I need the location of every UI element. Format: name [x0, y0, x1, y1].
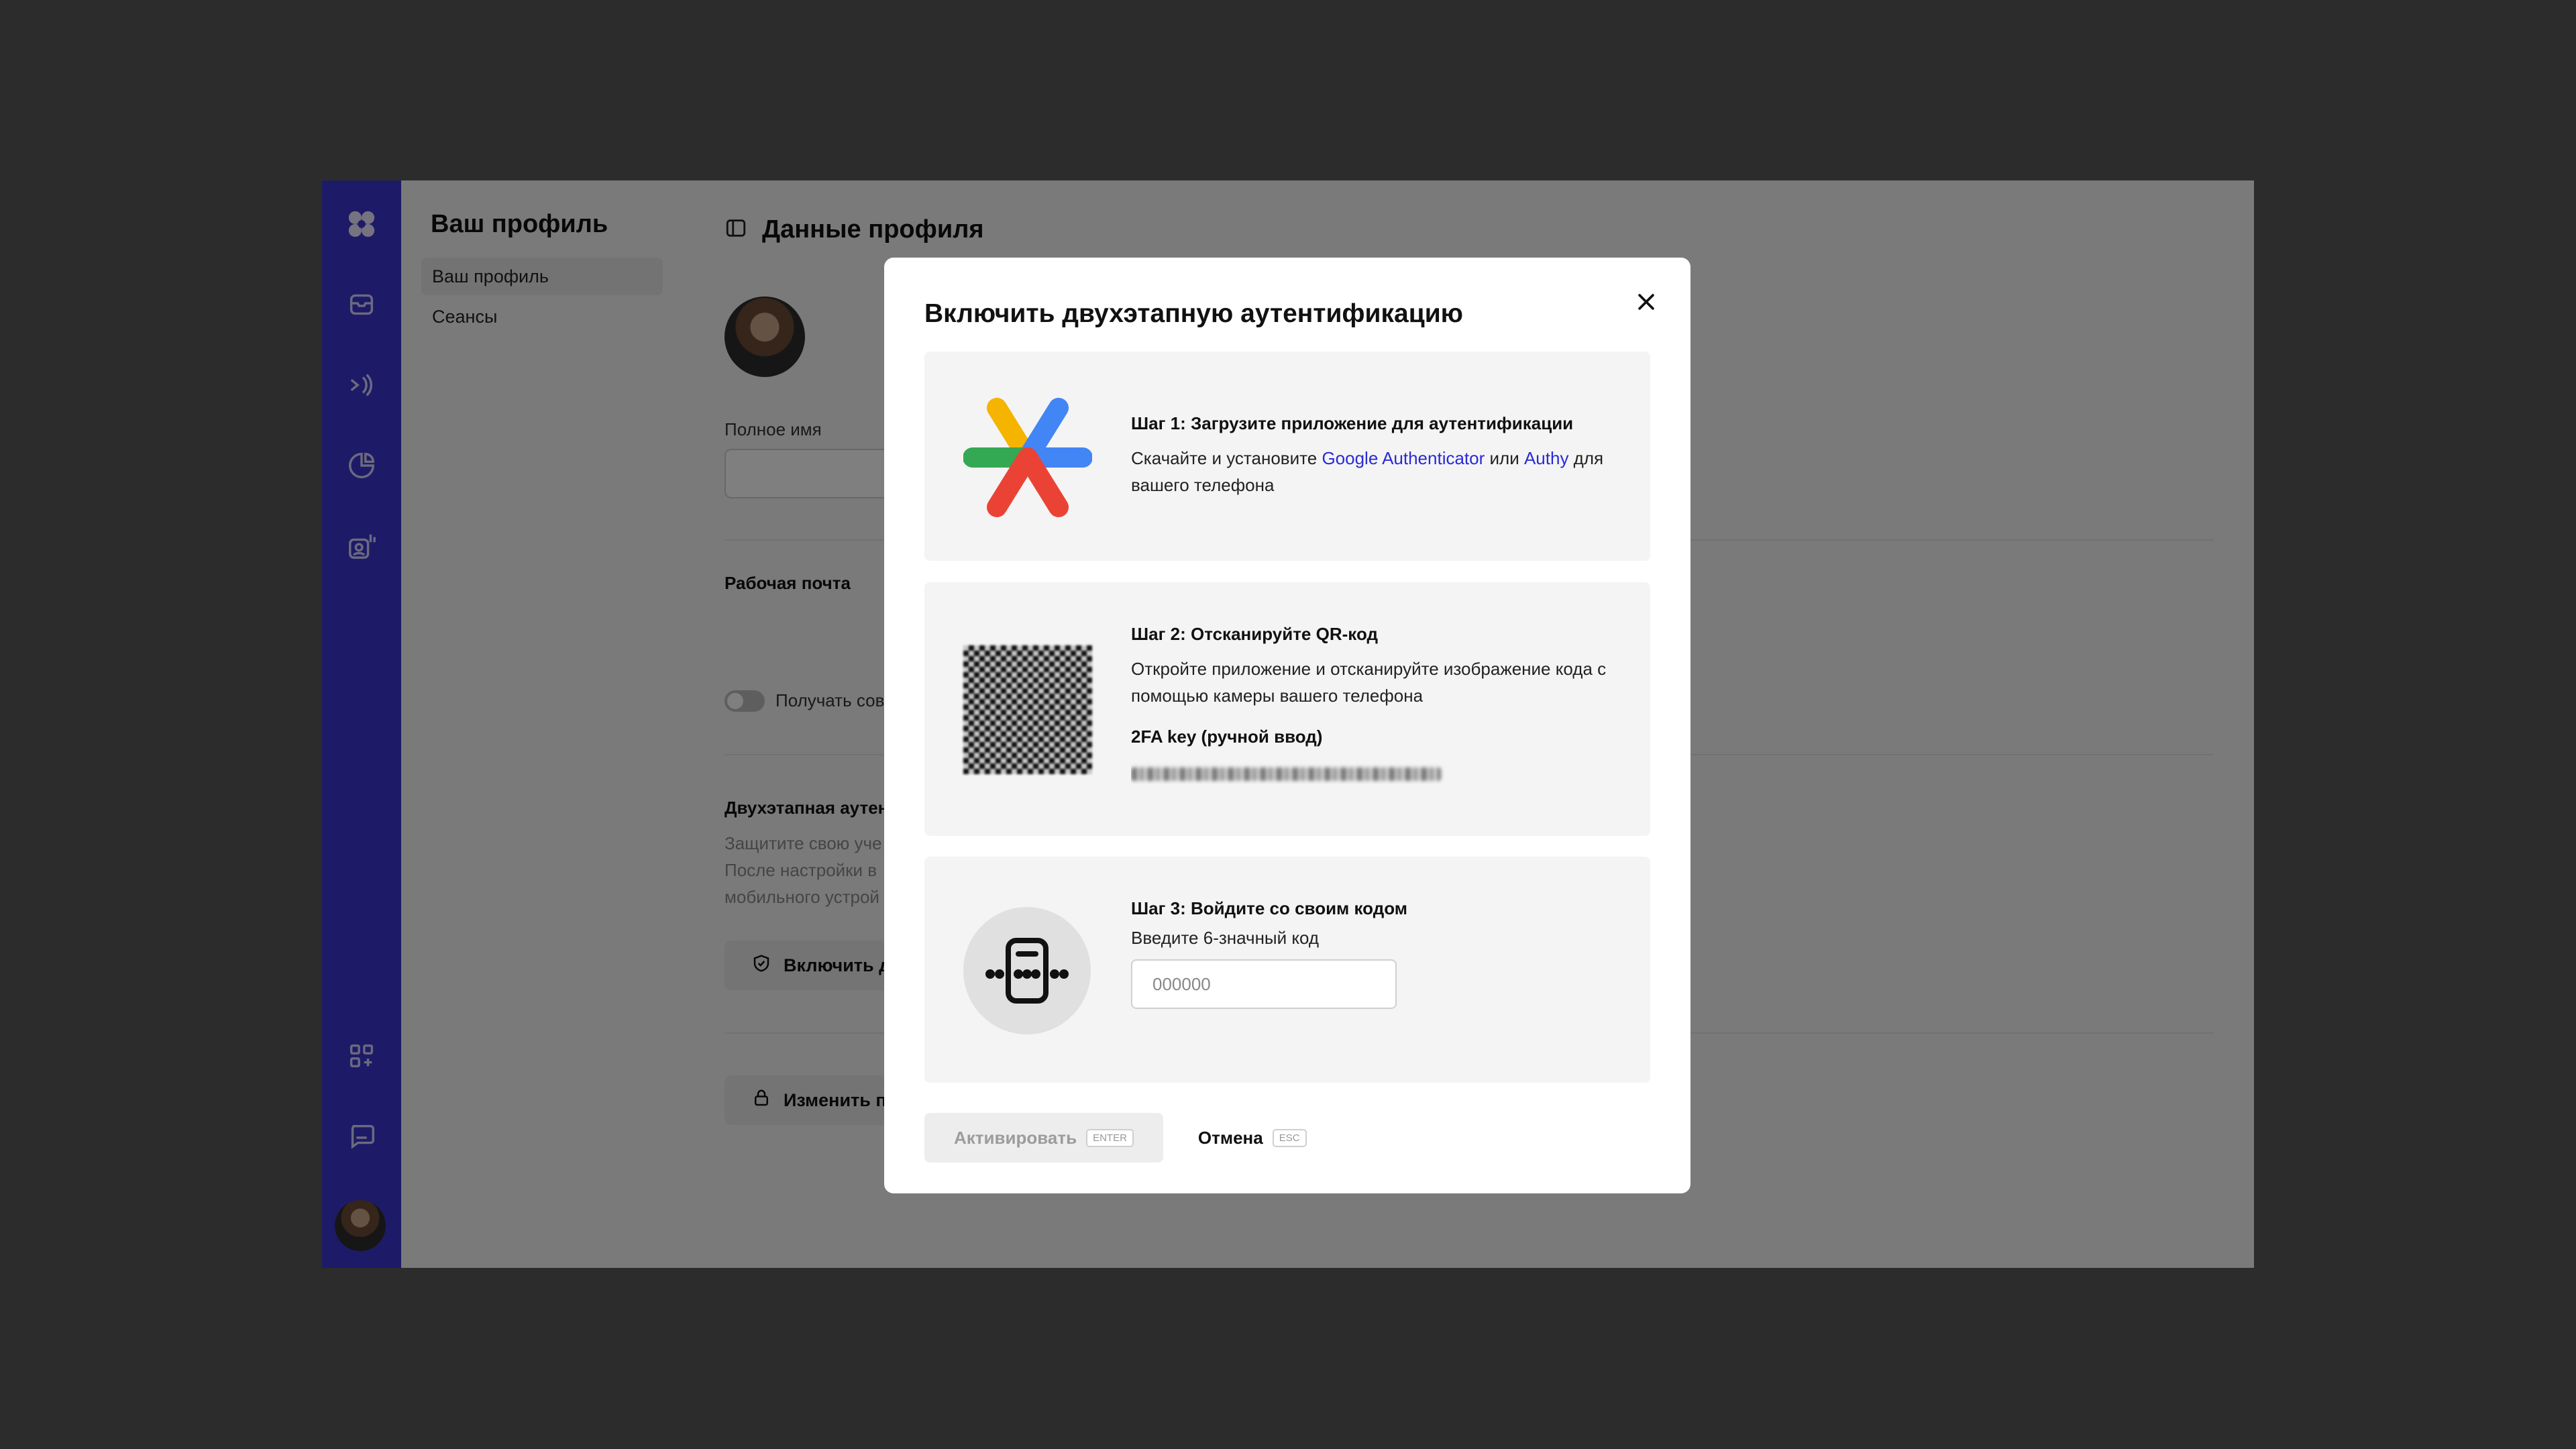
step-2-desc: Откройте приложение и отсканируйте изобр… — [1131, 659, 1607, 706]
esc-shortcut-badge: ESC — [1272, 1128, 1307, 1147]
cancel-button[interactable]: Отмена ESC — [1194, 1127, 1311, 1149]
google-authenticator-link[interactable]: Google Authenticator — [1322, 448, 1485, 468]
step-1-text: Шаг 1: Загрузите приложение для аутентиф… — [1131, 413, 1617, 498]
authy-link[interactable]: Authy — [1524, 448, 1569, 468]
step-1-desc-before: Скачайте и установите — [1131, 448, 1322, 468]
step-1-heading: Шаг 1: Загрузите приложение для аутентиф… — [1131, 413, 1574, 433]
two-factor-modal: Включить двухэтапную аутентификацию Шаг … — [884, 258, 1690, 1193]
enter-shortcut-badge: ENTER — [1086, 1128, 1134, 1147]
2fa-key-label: 2FA key (ручной ввод) — [1131, 727, 1323, 747]
activate-button[interactable]: Активировать ENTER — [924, 1113, 1163, 1163]
modal-footer: Активировать ENTER Отмена ESC — [924, 1113, 1311, 1163]
step-1-desc: Скачайте и установите Google Authenticat… — [1131, 445, 1617, 498]
step-3-card: Шаг 3: Войдите со своим кодом Введите 6-… — [924, 857, 1650, 1083]
2fa-key-value[interactable] — [1131, 767, 1441, 781]
step-2-heading: Шаг 2: Отсканируйте QR-код — [1131, 624, 1378, 644]
qr-code — [963, 645, 1092, 774]
step-2-card: Шаг 2: Отсканируйте QR-код Откройте прил… — [924, 582, 1650, 836]
activate-label: Активировать — [954, 1127, 1077, 1148]
code-icon — [963, 907, 1091, 1034]
close-icon — [1638, 294, 1654, 310]
step-3-text: Шаг 3: Войдите со своим кодом Введите 6-… — [1131, 898, 1617, 1009]
step-1-desc-mid: или — [1485, 448, 1524, 468]
modal-title: Включить двухэтапную аутентификацию — [924, 299, 1463, 328]
close-button[interactable] — [1626, 282, 1666, 322]
step-2-text: Шаг 2: Отсканируйте QR-код Откройте прил… — [1131, 624, 1617, 784]
step-3-heading: Шаг 3: Войдите со своим кодом — [1131, 898, 1408, 918]
cancel-label: Отмена — [1197, 1127, 1263, 1148]
authenticator-logo-icon — [963, 393, 1093, 525]
step-1-card: Шаг 1: Загрузите приложение для аутентиф… — [924, 352, 1650, 561]
code-input[interactable] — [1131, 959, 1397, 1009]
code-input-label: Введите 6-значный код — [1131, 928, 1320, 948]
